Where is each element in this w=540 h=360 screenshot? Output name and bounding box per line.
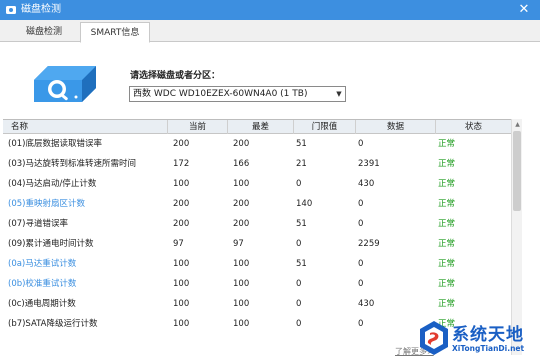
attr-status: 正常: [438, 159, 456, 169]
attr-threshold: 51: [296, 139, 307, 149]
close-button[interactable]: ✕: [516, 2, 532, 18]
disk-select-dropdown[interactable]: 西数 WDC WD10EZEX-60WN4A0 (1 TB) ▼: [129, 86, 346, 102]
attr-current: 100: [173, 259, 190, 269]
attr-threshold: 0: [296, 179, 302, 189]
close-icon: ✕: [518, 2, 530, 17]
watermark-title: 系统天地: [452, 325, 524, 345]
table-row[interactable]: (05)重映射扇区计数 200 200 140 0 正常: [3, 194, 511, 214]
attr-data: 2391: [358, 159, 380, 169]
disk-search-icon: [34, 66, 96, 102]
attr-current: 100: [173, 179, 190, 189]
scroll-thumb[interactable]: [513, 131, 521, 211]
attr-current: 172: [173, 159, 190, 169]
table-row[interactable]: (07)寻道错误率 200 200 51 0 正常: [3, 214, 511, 234]
attr-data: 430: [358, 179, 375, 189]
attr-current: 200: [173, 139, 190, 149]
attr-threshold: 140: [296, 199, 313, 209]
attr-status: 正常: [438, 279, 456, 289]
attr-threshold: 51: [296, 219, 307, 229]
attr-worst: 100: [233, 179, 250, 189]
title-bar: 磁盘检测 ✕: [0, 0, 540, 20]
watermark-url: XiTongTianDi.net: [452, 344, 525, 353]
attr-threshold: 0: [296, 299, 302, 309]
column-header-status[interactable]: 状态: [436, 120, 511, 134]
table-row[interactable]: (03)马达旋转到标准转速所需时间 172 166 21 2391 正常: [3, 154, 511, 174]
table-row[interactable]: (01)底层数据读取错误率 200 200 51 0 正常: [3, 134, 511, 154]
attr-worst: 100: [233, 319, 250, 329]
tab-bar: 磁盘检测 SMART信息: [0, 20, 540, 43]
attr-status: 正常: [438, 139, 456, 149]
attr-data: 0: [358, 279, 364, 289]
table-row[interactable]: (04)马达启动/停止计数 100 100 0 430 正常: [3, 174, 511, 194]
attr-name: (b7)SATA降级运行计数: [8, 319, 98, 329]
attr-worst: 200: [233, 219, 250, 229]
attr-name: (04)马达启动/停止计数: [8, 179, 97, 189]
attr-data: 0: [358, 259, 364, 269]
attr-status: 正常: [438, 239, 456, 249]
attr-threshold: 21: [296, 159, 307, 169]
attr-current: 200: [173, 199, 190, 209]
attr-data: 0: [358, 139, 364, 149]
watermark-logo-icon: [420, 321, 448, 355]
attr-worst: 166: [233, 159, 250, 169]
attr-current: 97: [173, 239, 184, 249]
attr-data: 0: [358, 199, 364, 209]
attr-name: (05)重映射扇区计数: [8, 199, 85, 209]
window-title: 磁盘检测: [21, 4, 61, 15]
attr-worst: 100: [233, 259, 250, 269]
tab-smart-info[interactable]: SMART信息: [80, 22, 150, 43]
attr-status: 正常: [438, 299, 456, 309]
column-header-name[interactable]: 名称: [3, 120, 168, 134]
attr-threshold: 0: [296, 239, 302, 249]
attr-status: 正常: [438, 259, 456, 269]
attr-worst: 97: [233, 239, 244, 249]
column-header-worst[interactable]: 最差: [228, 120, 294, 134]
attr-current: 100: [173, 279, 190, 289]
column-header-threshold[interactable]: 门限值: [294, 120, 356, 134]
attr-threshold: 0: [296, 279, 302, 289]
table-row[interactable]: (0c)通电周期计数 100 100 0 430 正常: [3, 294, 511, 314]
disk-select-label: 请选择磁盘或者分区：: [130, 71, 221, 81]
attr-threshold: 51: [296, 259, 307, 269]
table-row[interactable]: (09)累计通电时间计数 97 97 0 2259 正常: [3, 234, 511, 254]
table-row[interactable]: (0a)马达重试计数 100 100 51 0 正常: [3, 254, 511, 274]
attr-name: (0c)通电周期计数: [8, 299, 76, 309]
column-header-current[interactable]: 当前: [168, 120, 228, 134]
attr-worst: 100: [233, 279, 250, 289]
watermark: 系统天地 XiTongTianDi.net: [418, 318, 540, 360]
attr-name: (09)累计通电时间计数: [8, 239, 94, 249]
attr-threshold: 0: [296, 319, 302, 329]
disk-app-icon: [6, 6, 16, 14]
attr-worst: 100: [233, 299, 250, 309]
attr-worst: 200: [233, 139, 250, 149]
attr-status: 正常: [438, 199, 456, 209]
table-row[interactable]: (0b)校准重试计数 100 100 0 0 正常: [3, 274, 511, 294]
attr-status: 正常: [438, 179, 456, 189]
attr-current: 100: [173, 319, 190, 329]
attr-name: (07)寻道错误率: [8, 219, 68, 229]
attr-data: 2259: [358, 239, 380, 249]
table-header: 名称 当前 最差 门限值 数据 状态: [3, 120, 511, 134]
attr-name: (01)底层数据读取错误率: [8, 139, 102, 149]
attr-current: 200: [173, 219, 190, 229]
attr-name: (0a)马达重试计数: [8, 259, 77, 269]
scroll-up-arrow-icon[interactable]: ▲: [512, 119, 523, 130]
attr-data: 430: [358, 299, 375, 309]
attr-status: 正常: [438, 219, 456, 229]
attr-name: (03)马达旋转到标准转速所需时间: [8, 159, 136, 169]
chevron-down-icon[interactable]: ▼: [334, 88, 344, 100]
disk-select-value: 西数 WDC WD10EZEX-60WN4A0 (1 TB): [133, 89, 308, 99]
attr-worst: 200: [233, 199, 250, 209]
attr-name: (0b)校准重试计数: [8, 279, 77, 289]
attr-data: 0: [358, 219, 364, 229]
tab-disk-check[interactable]: 磁盘检测: [10, 22, 78, 42]
attr-current: 100: [173, 299, 190, 309]
column-header-data[interactable]: 数据: [356, 120, 436, 134]
